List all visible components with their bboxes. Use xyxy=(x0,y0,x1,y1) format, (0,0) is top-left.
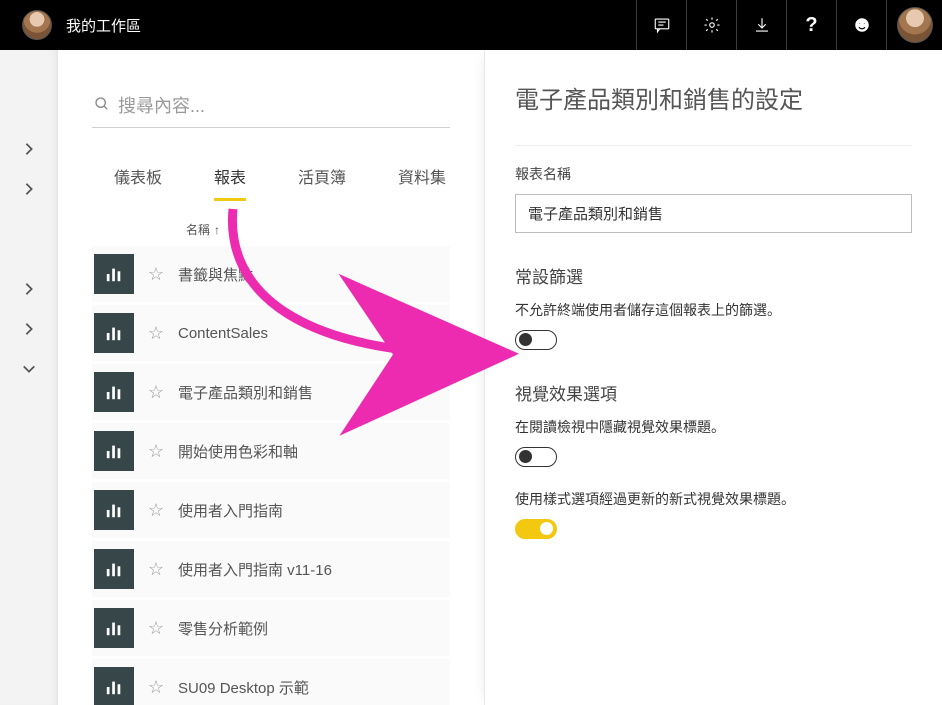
smile-icon[interactable] xyxy=(836,0,886,50)
table-row[interactable]: ☆ 使用者入門指南 xyxy=(92,482,450,538)
report-thumb-icon xyxy=(94,490,134,530)
report-thumb-icon xyxy=(94,254,134,294)
favorite-star-icon[interactable]: ☆ xyxy=(134,559,178,580)
column-header-name[interactable]: 名稱 ↑ xyxy=(92,221,450,238)
favorite-star-icon[interactable]: ☆ xyxy=(134,677,178,698)
table-row[interactable]: ☆ 零售分析範例 xyxy=(92,600,450,656)
nav-item-4[interactable] xyxy=(20,320,38,338)
app-header: 我的工作區 ? xyxy=(0,0,942,50)
persistent-filters-toggle[interactable] xyxy=(515,330,557,350)
report-list: ☆ 書籤與焦點 ☆ ContentSales ☆ 電子產品類別和銷售 ☆ 開始使… xyxy=(92,246,450,705)
persistent-filters-desc: 不允許終端使用者儲存這個報表上的篩選。 xyxy=(515,300,912,320)
search-bar xyxy=(92,90,450,128)
favorite-star-icon[interactable]: ☆ xyxy=(134,500,178,521)
report-thumb-icon xyxy=(94,431,134,471)
tab-reports[interactable]: 報表 xyxy=(214,164,246,201)
tab-dashboards[interactable]: 儀表板 xyxy=(114,164,162,201)
gear-icon[interactable] xyxy=(686,0,736,50)
modern-header-desc: 使用樣式選項經過更新的新式視覺效果標題。 xyxy=(515,489,912,509)
favorite-star-icon[interactable]: ☆ xyxy=(134,382,178,403)
report-thumb-icon xyxy=(94,372,134,412)
left-nav-rail xyxy=(0,50,58,705)
report-thumb-icon xyxy=(94,608,134,648)
table-row[interactable]: ☆ 書籤與焦點 xyxy=(92,246,450,302)
feedback-icon[interactable] xyxy=(636,0,686,50)
report-name: 開始使用色彩和軸 xyxy=(178,441,298,462)
table-row[interactable]: ☆ 使用者入門指南 v11-16 xyxy=(92,541,450,597)
hide-header-toggle[interactable] xyxy=(515,447,557,467)
persistent-filters-head: 常設篩選 xyxy=(515,263,912,288)
report-name: ContentSales xyxy=(178,325,268,342)
report-name-label: 報表名稱 xyxy=(515,164,912,184)
table-row[interactable]: ☆ SU09 Desktop 示範 xyxy=(92,659,450,705)
report-name: 書籤與焦點 xyxy=(178,264,253,285)
report-thumb-icon xyxy=(94,549,134,589)
favorite-star-icon[interactable]: ☆ xyxy=(134,323,178,344)
report-thumb-icon xyxy=(94,667,134,705)
nav-item-2[interactable] xyxy=(20,180,38,198)
report-name: SU09 Desktop 示範 xyxy=(178,677,309,698)
profile-avatar[interactable] xyxy=(886,0,942,50)
visual-options-head: 視覺效果選項 xyxy=(515,380,912,405)
table-row[interactable]: ☆ 電子產品類別和銷售 xyxy=(92,364,450,420)
workspace-title: 我的工作區 xyxy=(66,15,141,36)
report-thumb-icon xyxy=(94,313,134,353)
divider xyxy=(515,145,912,146)
main-content: 儀表板 報表 活頁簿 資料集 名稱 ↑ ☆ 書籤與焦點 ☆ ContentSal… xyxy=(58,50,484,705)
favorite-star-icon[interactable]: ☆ xyxy=(134,264,178,285)
download-icon[interactable] xyxy=(736,0,786,50)
modern-header-toggle[interactable] xyxy=(515,519,557,539)
report-name: 電子產品類別和銷售 xyxy=(178,382,313,403)
tab-datasets[interactable]: 資料集 xyxy=(398,164,446,201)
search-input[interactable] xyxy=(118,96,448,117)
favorite-star-icon[interactable]: ☆ xyxy=(134,618,178,639)
sort-asc-icon: ↑ xyxy=(214,223,220,237)
favorite-star-icon[interactable]: ☆ xyxy=(134,441,178,462)
nav-item-3[interactable] xyxy=(20,280,38,298)
report-name: 使用者入門指南 xyxy=(178,500,283,521)
search-icon xyxy=(94,96,110,117)
nav-item-1[interactable] xyxy=(20,140,38,158)
report-name-input[interactable] xyxy=(515,194,912,233)
tabs: 儀表板 報表 活頁簿 資料集 xyxy=(92,164,450,201)
report-name: 使用者入門指南 v11-16 xyxy=(178,559,332,580)
hide-header-desc: 在閱讀檢視中隱藏視覺效果標題。 xyxy=(515,417,912,437)
table-row[interactable]: ☆ ContentSales xyxy=(92,305,450,361)
report-name: 零售分析範例 xyxy=(178,618,268,639)
panel-title: 電子產品類別和銷售的設定 xyxy=(515,80,912,115)
nav-item-expanded[interactable] xyxy=(20,360,38,378)
help-icon[interactable]: ? xyxy=(786,0,836,50)
tab-workbooks[interactable]: 活頁簿 xyxy=(298,164,346,201)
table-row[interactable]: ☆ 開始使用色彩和軸 xyxy=(92,423,450,479)
settings-panel: 電子產品類別和銷售的設定 報表名稱 常設篩選 不允許終端使用者儲存這個報表上的篩… xyxy=(484,50,942,705)
avatar[interactable] xyxy=(22,10,52,40)
